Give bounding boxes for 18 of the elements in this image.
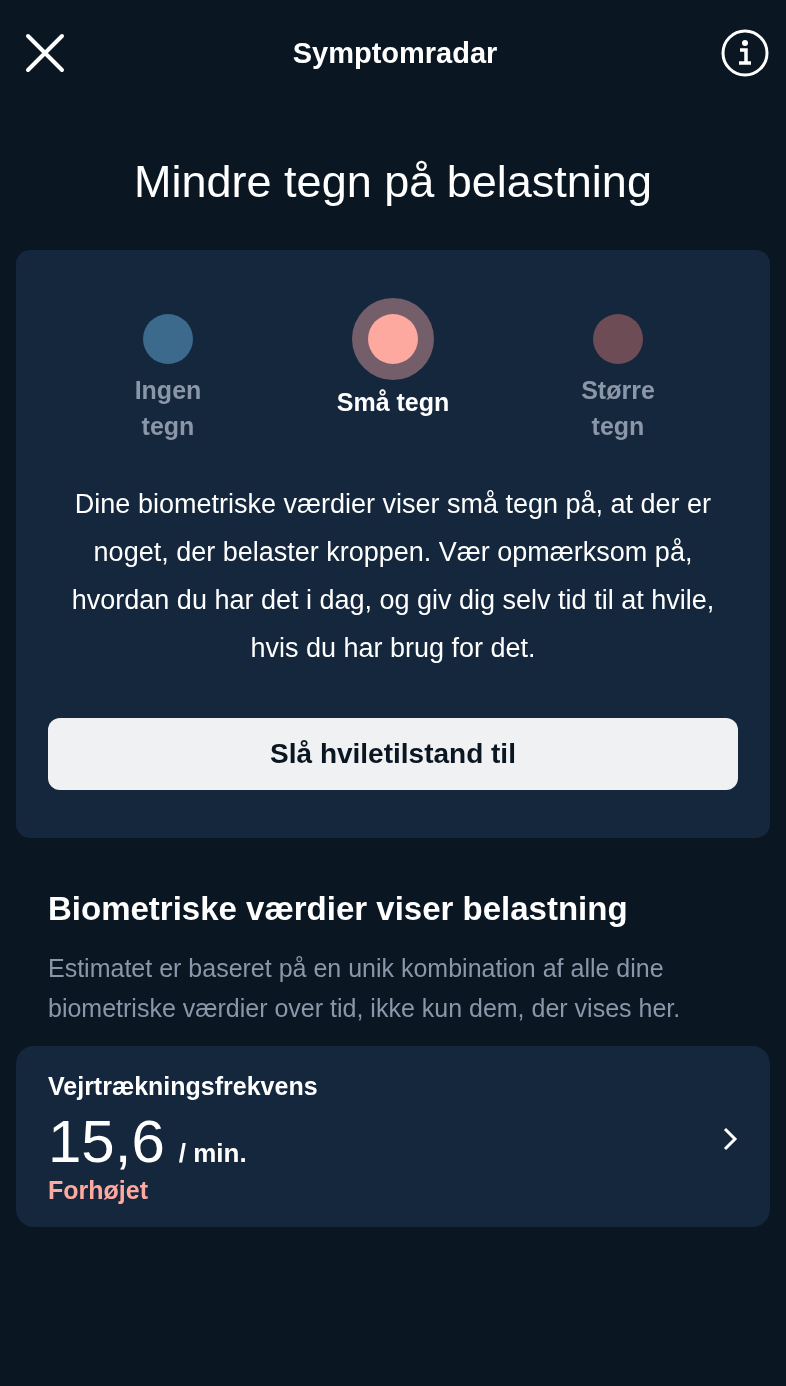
rest-mode-button[interactable]: Slå hviletilstand til bbox=[48, 718, 738, 790]
metric-status: Forhøjet bbox=[48, 1176, 149, 1205]
level-label: Ingen tegn bbox=[133, 375, 203, 442]
chevron-right-icon bbox=[722, 1125, 738, 1152]
metric-value: 15,6 bbox=[48, 1107, 165, 1176]
section-description: Estimatet er baseret på en unik kombination af alle dine biometriske værdier over tid, ikke kun dem, der vises her. bbox=[48, 953, 682, 1024]
info-icon bbox=[721, 29, 769, 77]
screen-title: Symptomradar bbox=[292, 36, 498, 70]
section-title: Biometriske værdier viser belastning bbox=[48, 890, 629, 928]
metric-unit: / min. bbox=[178, 1138, 247, 1169]
level-label: Små tegn bbox=[335, 387, 451, 418]
status-headline: Mindre tegn på belastning bbox=[133, 156, 653, 208]
metric-name: Vejrtrækningsfrekvens bbox=[48, 1072, 318, 1101]
info-button[interactable] bbox=[720, 28, 770, 78]
metric-card[interactable]: Vejrtrækningsfrekvens 15,6 / min. Forhøjet bbox=[16, 1046, 770, 1227]
level-label: Større tegn bbox=[580, 375, 656, 442]
close-icon bbox=[25, 33, 65, 73]
status-description: Dine biometriske værdier viser små tegn på, at der er noget, der belaster kroppen. Vær opmærksom på, hvordan du har det i dag, og giv dig selv tid til at hvile, hvis du har brug for det. bbox=[70, 488, 716, 665]
